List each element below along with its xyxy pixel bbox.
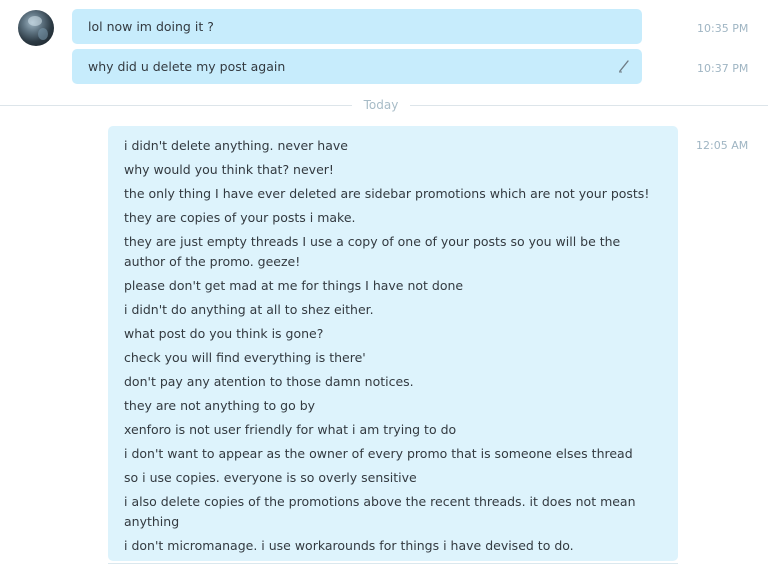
pencil-icon (619, 60, 629, 73)
user-avatar[interactable] (18, 10, 54, 46)
message-timestamp: 12:05 AM (696, 139, 749, 152)
next-message-edge (108, 563, 678, 567)
message-line: check you will find everything is there' (124, 350, 366, 365)
message-line: don't pay any atention to those damn not… (124, 374, 414, 389)
message-text: lol now im doing it ? (88, 19, 214, 34)
message-line: they are not anything to go by (124, 398, 316, 413)
message-bubble-reply[interactable]: i didn't delete anything. never have why… (108, 126, 678, 561)
message-bubble[interactable]: lol now im doing it ? (72, 9, 642, 44)
day-divider-label: Today (352, 98, 410, 112)
message-bubble[interactable]: why did u delete my post again (72, 49, 642, 84)
chat-conversation: lol now im doing it ? 10:35 PM why did u… (0, 0, 768, 567)
message-line: why would you think that? never! (124, 162, 334, 177)
message-timestamp: 10:37 PM (697, 62, 749, 75)
message-line: i don't micromanage. i use workarounds f… (124, 538, 574, 553)
message-timestamp: 10:35 PM (697, 22, 749, 35)
message-line: i didn't delete anything. never have (124, 138, 348, 153)
message-text: why did u delete my post again (88, 59, 286, 74)
message-line: please don't get mad at me for things I … (124, 278, 464, 293)
message-line: they are copies of your posts i make. (124, 210, 356, 225)
message-line: what post do you think is gone? (124, 326, 324, 341)
avatar-shade (38, 28, 48, 40)
message-line: the only thing I have ever deleted are s… (124, 186, 650, 201)
message-line: i don't want to appear as the owner of e… (124, 446, 633, 461)
avatar-highlight (28, 16, 42, 26)
message-line: i also delete copies of the promotions a… (124, 494, 636, 529)
message-line: they are just empty threads I use a copy… (124, 234, 621, 269)
message-line: so i use copies. everyone is so overly s… (124, 470, 417, 485)
message-line: xenforo is not user friendly for what i … (124, 422, 457, 437)
message-line: i didn't do anything at all to shez eith… (124, 302, 374, 317)
